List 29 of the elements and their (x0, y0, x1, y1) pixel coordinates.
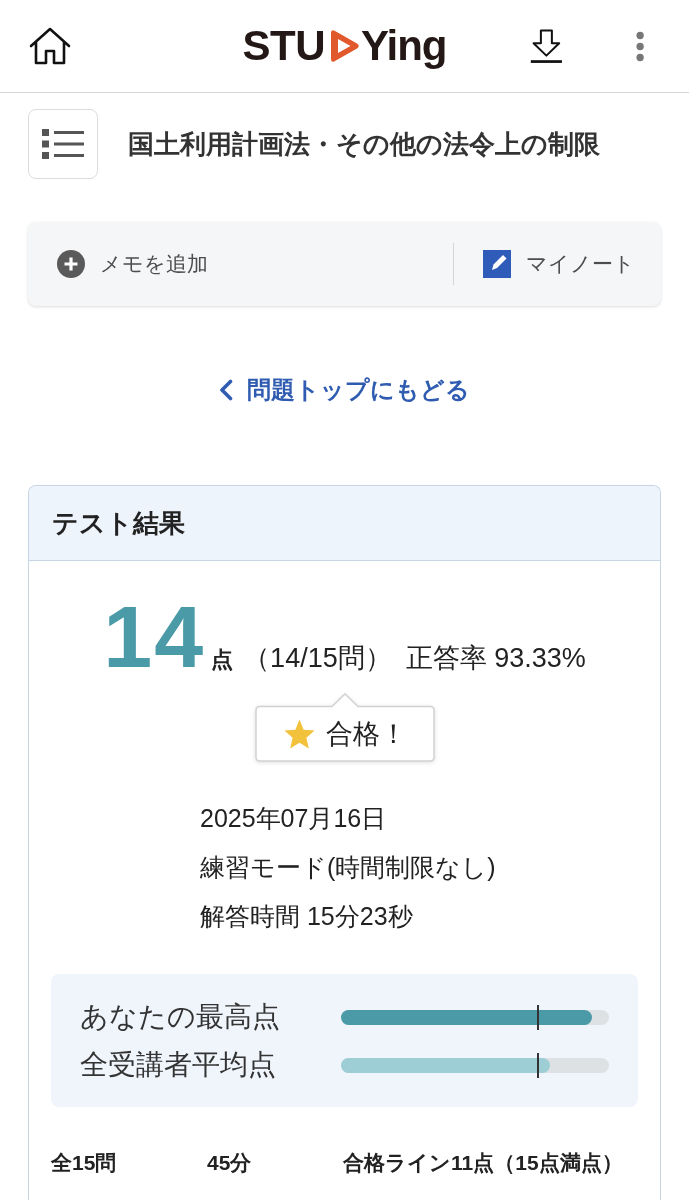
download-icon[interactable] (529, 27, 564, 65)
home-icon[interactable] (28, 26, 72, 66)
back-link[interactable]: 問題トップにもどる (219, 378, 470, 402)
correct-rate: 正答率 93.33% (405, 642, 586, 675)
info-text: 2025年07月16日 (200, 802, 388, 834)
plus-circle-icon (57, 250, 85, 278)
list-button[interactable] (28, 109, 98, 179)
info-text: 解答時間 15分23秒 (200, 900, 414, 932)
summary-text: 45分 (207, 1150, 253, 1176)
edit-note-icon (483, 250, 511, 278)
bar-label: あなたの最高点 (79, 1000, 281, 1034)
score-detail: （14/15問） (243, 642, 392, 675)
chevron-left-icon (219, 379, 233, 401)
logo-text: STU (242, 25, 326, 67)
summary-text: 合格ライン11点（15点満点） (343, 1150, 623, 1176)
bar-label: 全受講者平均点 (79, 1048, 277, 1082)
star-icon (282, 718, 316, 750)
logo-text: Ying (361, 25, 447, 67)
list-icon (42, 128, 84, 160)
add-memo-button[interactable]: メモを追加 (28, 222, 453, 306)
summary-text: 全15問 (51, 1150, 118, 1176)
pass-label: 合格！ (325, 717, 407, 751)
my-note-button[interactable]: マイノート (454, 222, 661, 306)
info-text: 練習モード(時間制限なし) (200, 851, 497, 883)
score-unit: 点 (211, 646, 234, 674)
score-number: 14 (103, 593, 206, 681)
card-title: テスト結果 (29, 486, 660, 561)
more-icon[interactable] (635, 29, 644, 63)
lesson-title: 国土利用計画法・その他の法令上の制限 (128, 127, 600, 161)
